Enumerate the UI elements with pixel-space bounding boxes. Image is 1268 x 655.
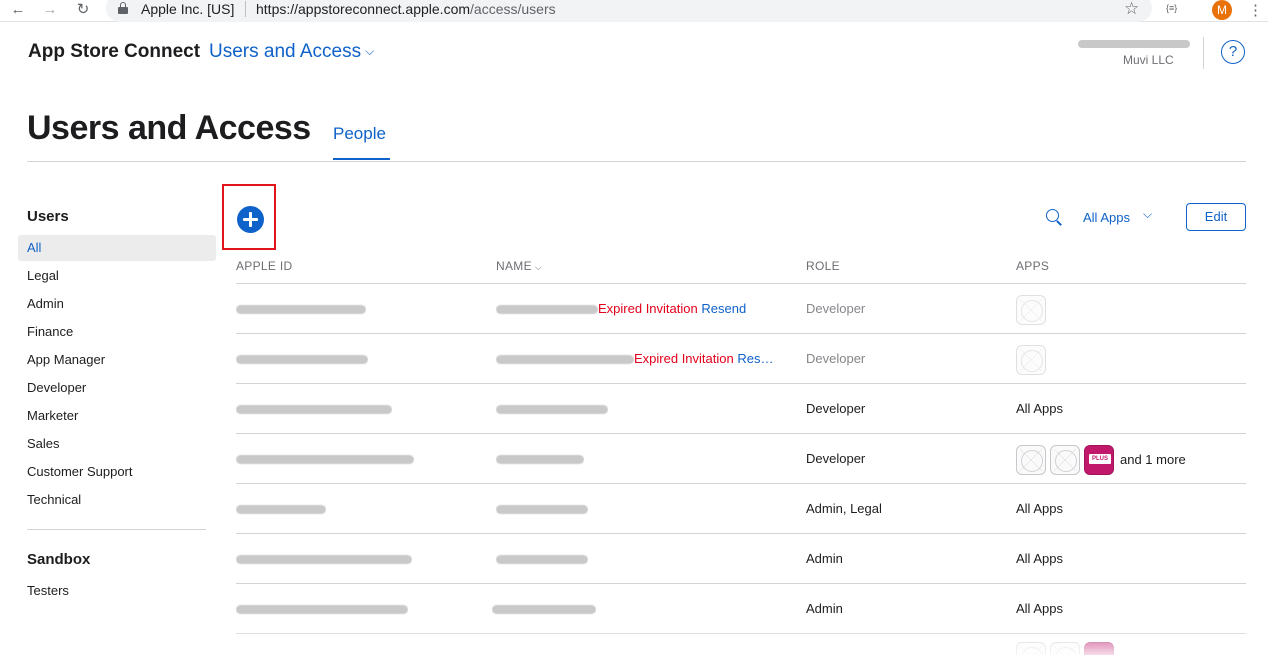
user-name-redacted [496, 484, 588, 534]
user-role: Developer [806, 301, 866, 316]
sidebar-heading-sandbox: Sandbox [27, 551, 91, 568]
user-name-redacted [496, 384, 608, 434]
user-apps: All Apps [1016, 551, 1063, 566]
user-name-redacted [492, 584, 596, 634]
reload-icon[interactable]: ↻ [74, 1, 92, 19]
sidebar-item-finance[interactable]: Finance [18, 319, 216, 345]
apple-id-redacted [236, 334, 368, 384]
apple-id-redacted [236, 534, 412, 584]
edit-button[interactable]: Edit [1186, 203, 1246, 231]
sidebar-item-sales[interactable]: Sales [18, 431, 216, 457]
app-placeholder-icon [1050, 642, 1080, 655]
plus-app-icon [1084, 642, 1114, 655]
sidebar-divider [27, 529, 206, 530]
bookmark-star-icon[interactable]: ☆ [1124, 0, 1139, 19]
sidebar-item-testers[interactable]: Testers [18, 578, 216, 604]
sort-chevron-icon: ⌵ [534, 262, 542, 272]
search-icon[interactable] [1046, 209, 1063, 226]
user-role: Admin [806, 551, 843, 566]
certificate-label[interactable]: Apple Inc. [US] [141, 1, 234, 17]
help-icon[interactable]: ? [1221, 40, 1245, 64]
chevron-down-icon[interactable]: ⌵ [1143, 207, 1152, 222]
user-role: Admin [806, 601, 843, 616]
table-row[interactable]: Admin All Apps [236, 533, 1246, 583]
chevron-down-icon: ⌵ [365, 44, 375, 58]
expired-invitation-label: Expired Invitation [598, 301, 698, 316]
user-role: Developer [806, 451, 866, 466]
user-apps: PLUS and 1 more [1016, 434, 1186, 484]
back-icon[interactable]: ← [9, 1, 27, 19]
sidebar-item-admin[interactable]: Admin [18, 291, 216, 317]
app-placeholder-icon [1016, 344, 1046, 375]
resend-link[interactable]: Res… [737, 351, 773, 366]
sidebar-item-developer[interactable]: Developer [18, 375, 216, 401]
sidebar-heading-users: Users [27, 208, 69, 225]
column-header-name[interactable]: NAME ⌵ [496, 259, 542, 273]
sidebar-item-customer-support[interactable]: Customer Support [18, 459, 216, 485]
add-user-button[interactable] [237, 206, 264, 233]
user-apps: All Apps [1016, 601, 1063, 616]
table-row[interactable]: Developer PLUS and 1 more [236, 433, 1246, 483]
user-name: Expired Invitation Resend [496, 284, 746, 334]
tab-people[interactable]: People [333, 124, 386, 144]
app-placeholder-icon [1016, 294, 1046, 325]
forward-icon[interactable]: → [41, 1, 59, 19]
apple-id-redacted [236, 584, 408, 634]
app-placeholder-icon [1016, 444, 1046, 475]
resend-link[interactable]: Resend [701, 301, 746, 316]
table-row[interactable]: Admin All Apps [236, 583, 1246, 633]
table-row[interactable]: Expired Invitation Resend Developer [236, 283, 1246, 333]
user-apps: All Apps [1016, 501, 1063, 516]
user-name-redacted [496, 534, 588, 584]
sidebar-item-legal[interactable]: Legal [18, 263, 216, 289]
table-row[interactable]: Admin, Legal All Apps [236, 483, 1246, 533]
expired-invitation-label: Expired Invitation [634, 351, 734, 366]
sidebar-item-app-manager[interactable]: App Manager [18, 347, 216, 373]
table-row[interactable] [236, 633, 1246, 655]
add-user-highlight [222, 184, 276, 250]
column-header-apple-id[interactable]: APPLE ID [236, 259, 292, 273]
app-placeholder-icon [1016, 642, 1046, 655]
user-role: Developer [806, 351, 866, 366]
apple-id-redacted [236, 484, 326, 534]
user-apps [1016, 642, 1118, 655]
url-text[interactable]: https://appstoreconnect.apple.com/access… [256, 1, 556, 17]
section-menu[interactable]: Users and Access ⌵ [209, 41, 374, 63]
plus-app-icon: PLUS [1084, 444, 1114, 475]
section-menu-label: Users and Access [209, 41, 362, 62]
page-title: Users and Access [27, 109, 311, 147]
table-row[interactable]: Developer All Apps [236, 383, 1246, 433]
column-header-apps[interactable]: APPS [1016, 259, 1049, 273]
browser-toolbar: ← → ↻ Apple Inc. [US] https://appstoreco… [0, 0, 1268, 22]
header-divider [1203, 37, 1204, 69]
browser-menu-icon[interactable]: ⋮ [1248, 1, 1263, 19]
apple-id-redacted [236, 284, 366, 334]
sidebar-item-technical[interactable]: Technical [18, 487, 216, 513]
user-name: Expired Invitation Res… [496, 334, 776, 384]
more-apps-label: and 1 more [1120, 451, 1186, 467]
apps-filter[interactable]: All Apps [1083, 210, 1130, 225]
user-role: Admin, Legal [806, 501, 882, 516]
extension-icon[interactable]: {≡} [1166, 3, 1177, 13]
apple-id-redacted [236, 384, 392, 434]
address-divider [245, 1, 246, 17]
account-name-redacted[interactable] [1078, 40, 1190, 48]
user-apps [1016, 334, 1050, 384]
account-org[interactable]: Muvi LLC [1123, 53, 1174, 67]
user-apps [1016, 284, 1050, 334]
sidebar-item-marketer[interactable]: Marketer [18, 403, 216, 429]
user-name-redacted [496, 434, 584, 484]
app-brand[interactable]: App Store Connect [28, 41, 200, 63]
profile-avatar[interactable]: M [1212, 0, 1232, 20]
user-role: Developer [806, 401, 866, 416]
user-apps: All Apps [1016, 401, 1063, 416]
header-rule [27, 161, 1246, 162]
lock-icon[interactable] [118, 2, 128, 15]
app-placeholder-icon [1050, 444, 1080, 475]
table-row[interactable]: Expired Invitation Res… Developer [236, 333, 1246, 383]
sidebar-item-all[interactable]: All [18, 235, 216, 261]
column-header-role[interactable]: ROLE [806, 259, 840, 273]
tab-active-indicator [333, 158, 390, 160]
apple-id-redacted [236, 434, 414, 484]
